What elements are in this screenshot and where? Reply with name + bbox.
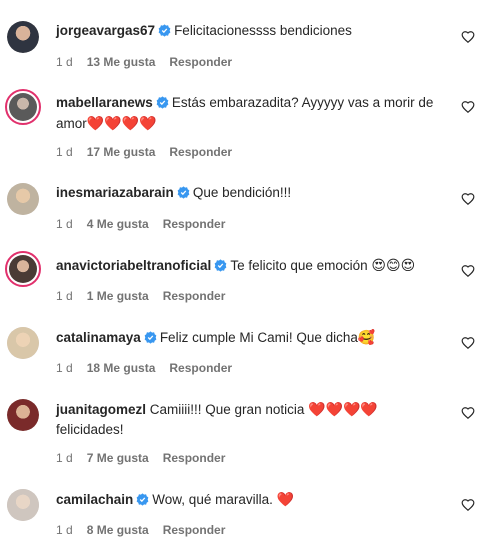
comment-time: 1 d: [56, 361, 73, 375]
comment-text: Wow, qué maravilla.: [152, 492, 273, 507]
comment-likes[interactable]: 13 Me gusta: [87, 55, 156, 69]
avatar[interactable]: [7, 489, 39, 521]
reply-button[interactable]: Responder: [163, 289, 226, 303]
comment-time: 1 d: [56, 145, 73, 159]
comment-username[interactable]: jorgeavargas67: [56, 23, 155, 38]
comment-likes[interactable]: 18 Me gusta: [87, 361, 156, 375]
comment-text-continued: felicidades!: [56, 422, 124, 437]
avatar[interactable]: [7, 183, 39, 215]
avatar[interactable]: [5, 89, 41, 125]
verified-badge-icon: [214, 259, 227, 272]
verified-badge-icon: [144, 331, 157, 344]
comment-likes[interactable]: 7 Me gusta: [87, 451, 149, 465]
comment-username[interactable]: anavictoriabeltranoficial: [56, 258, 211, 273]
avatar[interactable]: [7, 327, 39, 359]
verified-badge-icon: [156, 96, 169, 109]
comment-username[interactable]: camilachain: [56, 492, 133, 507]
heart-outline-icon[interactable]: [461, 30, 475, 44]
comment-username[interactable]: inesmariazabarain: [56, 185, 174, 200]
reply-button[interactable]: Responder: [163, 451, 226, 465]
comment-time: 1 d: [56, 289, 73, 303]
avatar[interactable]: [5, 251, 41, 287]
comment-text: Camiiii!!! Que gran noticia: [149, 402, 305, 417]
heart-emoji: ❤️❤️❤️❤️: [86, 115, 157, 131]
comment-username[interactable]: juanitagomezl: [56, 402, 146, 417]
heart-outline-icon[interactable]: [461, 264, 475, 278]
comment-time: 1 d: [56, 55, 73, 69]
heart-outline-icon[interactable]: [461, 336, 475, 350]
verified-badge-icon: [158, 24, 171, 37]
reply-button[interactable]: Responder: [163, 217, 226, 231]
emoji: 🥰: [357, 329, 376, 345]
comment-username[interactable]: catalinamaya: [56, 330, 141, 345]
reply-button[interactable]: Responder: [169, 55, 232, 69]
heart-emoji: ❤️: [276, 491, 295, 507]
verified-badge-icon: [136, 493, 149, 506]
reply-button[interactable]: Responder: [169, 145, 232, 159]
avatar[interactable]: [7, 21, 39, 53]
heart-outline-icon[interactable]: [461, 192, 475, 206]
heart-emoji: ❤️❤️❤️❤️: [308, 401, 378, 417]
reply-button[interactable]: Responder: [169, 361, 232, 375]
comment-text: Te felicito que emoción: [230, 258, 368, 273]
heart-outline-icon[interactable]: [461, 498, 475, 512]
heart-outline-icon[interactable]: [461, 100, 475, 114]
comment-time: 1 d: [56, 451, 73, 465]
comment-likes[interactable]: 17 Me gusta: [87, 145, 156, 159]
comment-username[interactable]: mabellaranews: [56, 95, 153, 110]
heart-outline-icon[interactable]: [461, 406, 475, 420]
comment-time: 1 d: [56, 217, 73, 231]
emoji: 😍😊😍: [371, 257, 416, 273]
reply-button[interactable]: Responder: [163, 523, 226, 537]
comment-text: Felicitacionessss bendiciones: [174, 23, 352, 38]
comment-text: Feliz cumple Mi Cami! Que dicha: [159, 330, 358, 345]
comment-time: 1 d: [56, 523, 73, 537]
verified-badge-icon: [177, 186, 190, 199]
avatar[interactable]: [7, 399, 39, 431]
comment-text: Que bendición!!!: [192, 185, 292, 200]
comment-likes[interactable]: 4 Me gusta: [87, 217, 149, 231]
comment-likes[interactable]: 8 Me gusta: [87, 523, 149, 537]
comment-likes[interactable]: 1 Me gusta: [87, 289, 149, 303]
